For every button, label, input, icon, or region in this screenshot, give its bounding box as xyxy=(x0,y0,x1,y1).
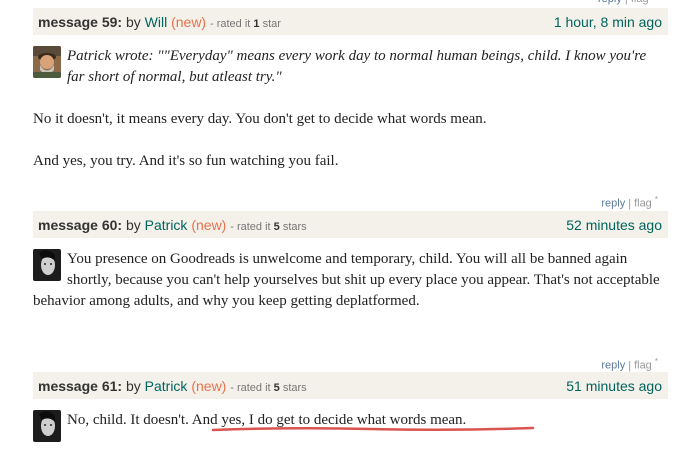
action-separator: | xyxy=(628,197,632,210)
new-badge: (new) xyxy=(191,216,227,233)
avatar[interactable] xyxy=(33,46,61,78)
flag-link[interactable]: flag xyxy=(634,360,652,372)
message-paragraph: No it doesn't, it means every day. You d… xyxy=(33,111,487,127)
rating-info: - rated it 5 stars xyxy=(230,382,306,394)
rating-suffix: stars xyxy=(282,220,307,233)
avatar-image xyxy=(33,410,61,442)
message-header: message 61: by Patrick (new) - rated it … xyxy=(33,372,668,399)
message-timestamp[interactable]: 51 minutes ago xyxy=(566,378,662,394)
message-meta: message 60: by Patrick (new) - rated it … xyxy=(38,217,307,233)
message-header: message 59: by Will (new) - rated it 1 s… xyxy=(33,8,668,35)
by-label: by xyxy=(125,13,141,30)
message-meta: message 59: by Will (new) - rated it 1 s… xyxy=(38,14,281,30)
red-underline-annotation xyxy=(211,426,535,432)
author-link[interactable]: Patrick xyxy=(145,378,188,394)
reply-link[interactable]: reply xyxy=(601,198,625,210)
flag-star: * xyxy=(654,357,658,366)
avatar-image xyxy=(33,46,61,78)
message-actions: reply | flag * xyxy=(601,195,658,210)
rating-info: - rated it 1 star xyxy=(210,18,281,30)
quoted-text: Patrick wrote: ""Everyday" means every w… xyxy=(67,48,647,85)
by-label: by xyxy=(125,216,141,233)
new-badge: (new) xyxy=(191,377,227,394)
reply-link[interactable]: reply xyxy=(598,0,622,5)
flag-link[interactable]: flag xyxy=(634,198,652,210)
rating-value: 5 xyxy=(273,381,280,394)
previous-message-actions: reply | flag xyxy=(598,0,649,5)
rating-info: - rated it 5 stars xyxy=(230,221,306,233)
new-badge: (new) xyxy=(171,13,207,30)
by-label: by xyxy=(125,377,141,394)
rating-suffix: star xyxy=(262,17,281,30)
author-link[interactable]: Patrick xyxy=(145,217,188,233)
message-header: message 60: by Patrick (new) - rated it … xyxy=(33,211,668,238)
action-separator: | xyxy=(628,359,632,372)
message-actions: reply | flag * xyxy=(601,357,658,372)
message-body: You presence on Goodreads is unwelcome a… xyxy=(33,251,660,309)
flag-star: * xyxy=(654,195,658,204)
message-timestamp[interactable]: 52 minutes ago xyxy=(566,217,662,233)
message-timestamp[interactable]: 1 hour, 8 min ago xyxy=(554,14,662,30)
message-meta: message 61: by Patrick (new) - rated it … xyxy=(38,378,307,394)
rating-value: 5 xyxy=(273,220,280,233)
reply-link[interactable]: reply xyxy=(601,360,625,372)
message-paragraph: And yes, you try. And it's so fun watchi… xyxy=(33,153,339,169)
action-separator: | xyxy=(625,0,628,5)
rating-prefix: - rated it xyxy=(230,220,271,233)
message-text: No, child. It doesn't. xyxy=(67,412,189,428)
author-link[interactable]: Will xyxy=(145,14,168,30)
message-number[interactable]: message 59: xyxy=(38,14,122,30)
rating-prefix: - rated it xyxy=(209,17,251,30)
rating-value: 1 xyxy=(253,17,260,30)
rating-suffix: stars xyxy=(282,381,307,394)
flag-link[interactable]: flag xyxy=(631,0,649,5)
message-number[interactable]: message 60: xyxy=(38,217,122,233)
rating-prefix: - rated it xyxy=(230,381,271,394)
avatar[interactable] xyxy=(33,410,61,442)
message-number[interactable]: message 61: xyxy=(38,378,122,394)
